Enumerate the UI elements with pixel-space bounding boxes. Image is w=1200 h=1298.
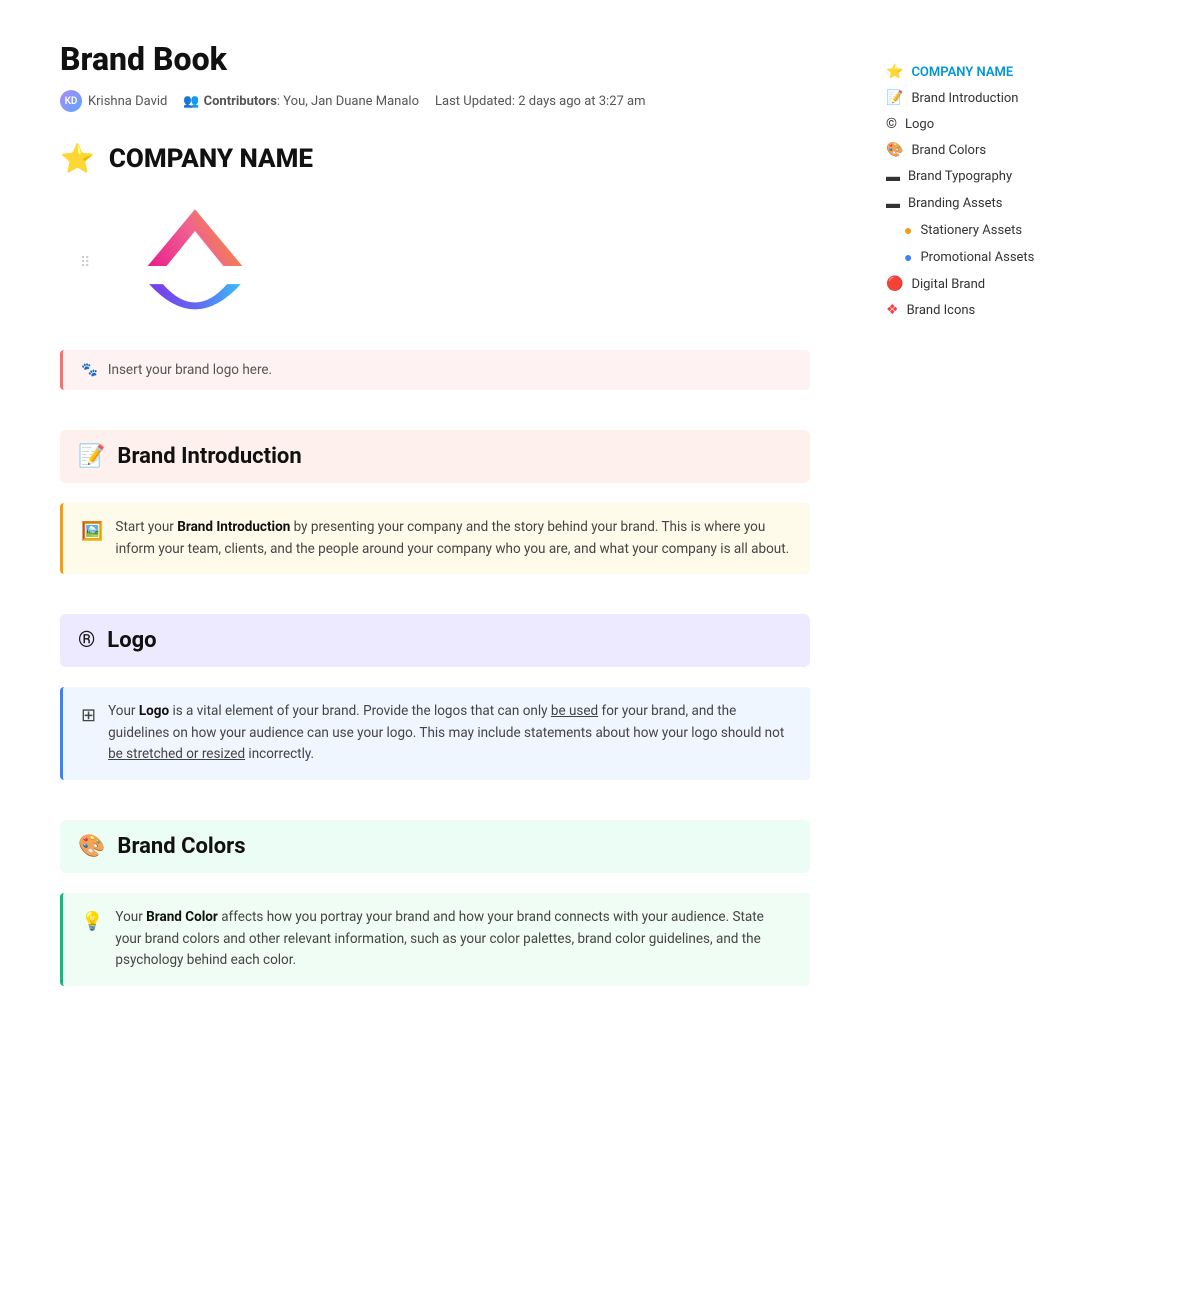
sidebar-item-company-name[interactable]: ⭐ COMPANY NAME [880, 60, 1060, 84]
sidebar-digital-brand-label: Digital Brand [911, 277, 985, 292]
logo-icon: ® [78, 628, 95, 653]
sidebar-company-name-label: COMPANY NAME [911, 65, 1013, 80]
logo-callout: 🐾 Insert your brand logo here. [60, 350, 810, 390]
brand-introduction-title: Brand Introduction [117, 444, 301, 469]
brand-intro-callout-text: Start your Brand Introduction by present… [115, 517, 792, 560]
logo-callout-box-text: Your Logo is a vital element of your bra… [108, 701, 792, 766]
main-content: Brand Book KD Krishna David 👥 Contributo… [0, 0, 870, 1298]
brand-colors-icon: 🎨 [78, 834, 105, 859]
brand-colors-callout-icon: 💡 [81, 908, 103, 937]
brand-introduction-header: 📝 Brand Introduction [60, 430, 810, 483]
logo-area: ⠿ [110, 195, 810, 330]
sidebar: ⭐ COMPANY NAME 📝 Brand Introduction © Lo… [870, 0, 1080, 1298]
company-name-row: ⭐ COMPANY NAME [60, 142, 810, 175]
sidebar-branding-assets-icon: ▬ [886, 195, 900, 212]
sidebar-item-stationery-assets[interactable]: ● Stationery Assets [880, 218, 1060, 243]
sidebar-logo-label: Logo [905, 117, 934, 132]
sidebar-item-logo[interactable]: © Logo [880, 112, 1060, 136]
brand-colors-callout: 💡 Your Brand Color affects how you portr… [60, 893, 810, 986]
brand-colors-section: 🎨 Brand Colors 💡 Your Brand Color affect… [60, 820, 810, 986]
logo-top-svg [125, 195, 265, 285]
sidebar-item-brand-colors[interactable]: 🎨 Brand Colors [880, 138, 1060, 162]
brand-intro-icon: 📝 [78, 444, 105, 469]
sidebar-item-brand-introduction[interactable]: 📝 Brand Introduction [880, 86, 1060, 110]
sidebar-branding-assets-label: Branding Assets [908, 196, 1002, 211]
brand-colors-title: Brand Colors [117, 834, 245, 859]
sidebar-item-brand-typography[interactable]: ▬ Brand Typography [880, 164, 1060, 189]
page-title: Brand Book [60, 40, 810, 78]
sidebar-promotional-icon: ● [904, 249, 912, 266]
sidebar-digital-brand-icon: 🔴 [886, 276, 903, 292]
contributors-label: Contributors: You, Jan Duane Manalo [204, 94, 419, 109]
last-updated: Last Updated: 2 days ago at 3:27 am [435, 94, 646, 109]
brand-colors-header: 🎨 Brand Colors [60, 820, 810, 873]
sidebar-star-icon: ⭐ [886, 64, 903, 80]
sidebar-brand-typography-icon: ▬ [886, 168, 900, 185]
brand-colors-callout-text: Your Brand Color affects how you portray… [115, 907, 792, 972]
sidebar-item-promotional-assets[interactable]: ● Promotional Assets [880, 245, 1060, 270]
sidebar-item-branding-assets[interactable]: ▬ Branding Assets [880, 191, 1060, 216]
logo-callout-text: Insert your brand logo here. [108, 362, 272, 378]
brand-introduction-section: 📝 Brand Introduction 🖼️ Start your Brand… [60, 430, 810, 574]
sidebar-brand-icons-label: Brand Icons [907, 303, 976, 318]
sidebar-brand-colors-label: Brand Colors [911, 143, 986, 158]
sidebar-brand-intro-icon: 📝 [886, 90, 903, 106]
logo-callout-box: ⊞ Your Logo is a vital element of your b… [60, 687, 810, 780]
clickup-logo [110, 195, 280, 330]
contributors-info: 👥 Contributors: You, Jan Duane Manalo [183, 94, 419, 109]
people-icon: 👥 [183, 94, 199, 109]
logo-bottom-svg [135, 275, 255, 330]
sidebar-brand-typography-label: Brand Typography [908, 169, 1012, 184]
logo-title: Logo [107, 628, 156, 653]
logo-section: ® Logo ⊞ Your Logo is a vital element of… [60, 614, 810, 780]
sidebar-item-digital-brand[interactable]: 🔴 Digital Brand [880, 272, 1060, 296]
author-info: KD Krishna David [60, 90, 167, 112]
sidebar-brand-colors-icon: 🎨 [886, 142, 903, 158]
drag-handle: ⠿ [80, 255, 90, 271]
sidebar-promotional-label: Promotional Assets [920, 250, 1034, 265]
logo-callout-box-icon: ⊞ [81, 702, 96, 731]
logo-callout-icon: 🐾 [81, 362, 98, 378]
star-icon: ⭐ [60, 142, 95, 175]
author-name: Krishna David [88, 94, 167, 109]
sidebar-stationery-icon: ● [904, 222, 912, 239]
company-name-heading: COMPANY NAME [109, 144, 313, 174]
meta-row: KD Krishna David 👥 Contributors: You, Ja… [60, 90, 810, 112]
sidebar-brand-icons-icon: ❖ [886, 302, 899, 318]
avatar: KD [60, 90, 82, 112]
sidebar-item-brand-icons[interactable]: ❖ Brand Icons [880, 298, 1060, 322]
sidebar-logo-icon: © [886, 116, 897, 132]
sidebar-stationery-label: Stationery Assets [920, 223, 1022, 238]
brand-intro-callout: 🖼️ Start your Brand Introduction by pres… [60, 503, 810, 574]
sidebar-brand-intro-label: Brand Introduction [911, 91, 1018, 106]
logo-header: ® Logo [60, 614, 810, 667]
brand-intro-callout-icon: 🖼️ [81, 518, 103, 547]
